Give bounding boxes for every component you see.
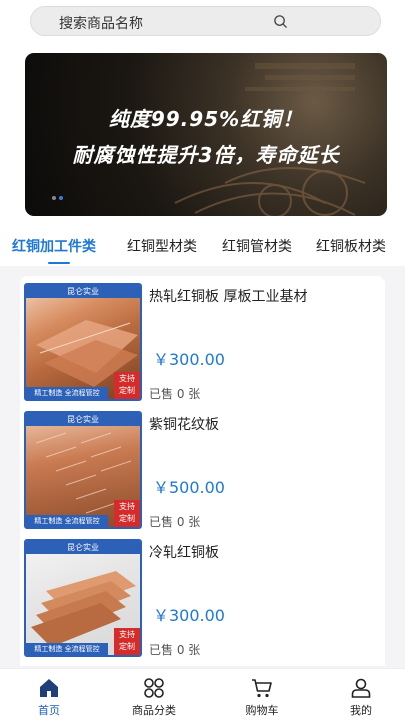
product-card[interactable]: 昆仑实业 精工制造 全流程管控 支持 定制 热轧红铜板 厚板工业基材 ￥300.0… bbox=[24, 278, 381, 401]
tabbar-profile-label: 我的 bbox=[350, 704, 372, 717]
product-title[interactable]: 冷轧红铜板 bbox=[149, 542, 219, 562]
product-card[interactable]: 昆仑实业 精工制造 全流程管控 支持 定制 紫铜花纹板 ￥500.00 已售 0 … bbox=[24, 406, 381, 529]
tabbar-cart[interactable]: 购物车 bbox=[217, 669, 307, 720]
search-icon[interactable] bbox=[273, 14, 288, 29]
product-sold-count: 已售 0 张 bbox=[149, 387, 201, 401]
product-title[interactable]: 热轧红铜板 厚板工业基材 bbox=[149, 286, 307, 306]
grid-icon bbox=[144, 678, 164, 698]
cart-icon bbox=[252, 679, 272, 698]
banner-dot-active[interactable] bbox=[59, 196, 63, 200]
tabbar-categories[interactable]: 商品分类 bbox=[109, 669, 199, 720]
product-price: ￥300.00 bbox=[153, 350, 225, 369]
category-tabs: 红铜加工件类 红铜型材类 红铜管材类 红铜板材类 bbox=[0, 226, 405, 266]
banner-dot[interactable] bbox=[52, 196, 56, 200]
tabbar-profile[interactable]: 我的 bbox=[316, 669, 405, 720]
product-image-footer: 精工制造 全流程管控 bbox=[26, 387, 109, 399]
product-title[interactable]: 紫铜花纹板 bbox=[149, 414, 219, 434]
bottom-tab-bar: 首页 商品分类 购物车 我的 bbox=[0, 668, 405, 720]
product-image[interactable]: 昆仑实业 精工制造 全流程管控 支持 定制 bbox=[24, 539, 142, 657]
tab-red-copper-plates[interactable]: 红铜板材类 bbox=[316, 236, 386, 256]
search-input[interactable]: 搜索商品名称 bbox=[59, 13, 143, 33]
product-price: ￥500.00 bbox=[153, 478, 225, 497]
product-image-brand: 昆仑实业 bbox=[26, 285, 140, 298]
product-sold-count: 已售 0 张 bbox=[149, 643, 201, 657]
product-image-brand: 昆仑实业 bbox=[26, 413, 140, 426]
product-image-footer: 精工制造 全流程管控 bbox=[26, 515, 109, 527]
product-card[interactable]: 昆仑实业 精工制造 全流程管控 支持 定制 冷轧红铜板 ￥300.00 已售 0 … bbox=[24, 534, 381, 657]
search-bar[interactable]: 搜索商品名称 bbox=[30, 6, 381, 36]
custom-badge: 支持 定制 bbox=[114, 500, 140, 527]
tab-red-copper-parts[interactable]: 红铜加工件类 bbox=[12, 236, 96, 256]
banner-headline: 纯度99.95%红铜！ bbox=[108, 107, 304, 131]
active-tab-indicator bbox=[48, 262, 70, 264]
tabbar-cart-label: 购物车 bbox=[245, 704, 279, 717]
product-image[interactable]: 昆仑实业 精工制造 全流程管控 支持 定制 bbox=[24, 283, 142, 401]
tab-red-copper-tubes[interactable]: 红铜管材类 bbox=[222, 236, 292, 256]
tabbar-categories-label: 商品分类 bbox=[132, 704, 176, 717]
product-list: 昆仑实业 精工制造 全流程管控 支持 定制 热轧红铜板 厚板工业基材 ￥300.0… bbox=[20, 276, 385, 666]
header-area: 搜索商品名称 纯度99.95%红铜！ 耐腐蚀性提升3倍，寿命延长 bbox=[0, 0, 405, 236]
tabbar-home-label: 首页 bbox=[38, 704, 60, 717]
home-icon bbox=[40, 679, 58, 697]
tab-red-copper-profiles[interactable]: 红铜型材类 bbox=[127, 236, 197, 256]
banner-indicator bbox=[52, 185, 66, 204]
product-image-brand: 昆仑实业 bbox=[26, 541, 140, 554]
promo-banner[interactable]: 纯度99.95%红铜！ 耐腐蚀性提升3倍，寿命延长 bbox=[25, 53, 387, 216]
product-image[interactable]: 昆仑实业 精工制造 全流程管控 支持 定制 bbox=[24, 411, 142, 529]
product-price: ￥300.00 bbox=[153, 606, 225, 625]
product-sold-count: 已售 0 张 bbox=[149, 515, 201, 529]
banner-subheadline: 耐腐蚀性提升3倍，寿命延长 bbox=[72, 143, 340, 167]
product-image-footer: 精工制造 全流程管控 bbox=[26, 643, 109, 655]
banner-background-art bbox=[174, 63, 366, 216]
tabbar-home[interactable]: 首页 bbox=[4, 669, 94, 720]
custom-badge: 支持 定制 bbox=[114, 628, 140, 655]
user-icon bbox=[351, 678, 371, 698]
custom-badge: 支持 定制 bbox=[114, 372, 140, 399]
